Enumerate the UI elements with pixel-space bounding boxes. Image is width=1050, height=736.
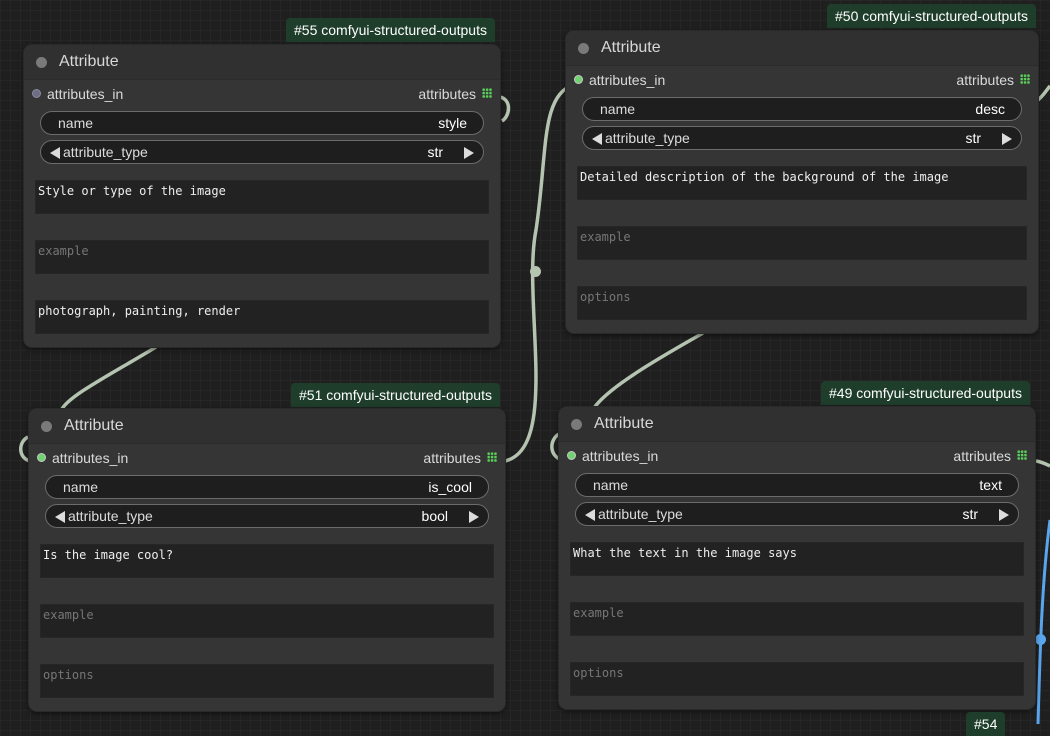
options-textarea[interactable]: photograph, painting, render	[35, 300, 489, 334]
name-widget[interactable]: name text	[575, 473, 1019, 497]
name-widget-value: style	[438, 115, 467, 131]
attribute-type-label: attribute_type	[63, 144, 148, 160]
example-textarea[interactable]: example	[35, 240, 489, 274]
arrow-left-icon[interactable]	[50, 147, 60, 159]
node-title: Attribute	[59, 53, 119, 70]
grid-icon[interactable]	[482, 88, 492, 98]
example-textarea[interactable]: example	[577, 226, 1027, 260]
node-51-badge: #51 comfyui-structured-outputs	[291, 383, 500, 407]
grid-icon[interactable]	[487, 452, 497, 462]
arrow-right-icon[interactable]	[999, 509, 1009, 521]
name-widget[interactable]: name desc	[582, 97, 1022, 121]
input-slot-attributes-in[interactable]: attributes_in	[567, 447, 658, 465]
node-title: Attribute	[64, 417, 124, 434]
node-title-bar[interactable]: Attribute	[24, 45, 500, 80]
output-slot-attributes[interactable]: attributes	[418, 85, 492, 103]
collapse-dot-icon[interactable]	[36, 57, 47, 68]
node-title-bar[interactable]: Attribute	[29, 409, 505, 444]
output-slot-label: attributes	[423, 450, 481, 466]
description-textarea[interactable]: What the text in the image says	[570, 542, 1024, 576]
arrow-left-icon[interactable]	[55, 511, 65, 523]
node-50[interactable]: Attribute attributes_in attributes name …	[566, 31, 1038, 333]
output-slot-attributes[interactable]: attributes	[953, 447, 1027, 465]
node-54-badge: #54	[966, 712, 1006, 736]
collapse-dot-icon[interactable]	[578, 43, 589, 54]
description-textarea[interactable]: Detailed description of the background o…	[577, 166, 1027, 200]
node-51[interactable]: Attribute attributes_in attributes name …	[29, 409, 505, 711]
link-midpoint-dot-blue[interactable]	[1035, 634, 1046, 645]
arrow-right-icon[interactable]	[469, 511, 479, 523]
node-55[interactable]: Attribute attributes_in attributes name …	[24, 45, 500, 347]
name-widget[interactable]: name is_cool	[45, 475, 489, 499]
name-widget-label: name	[593, 477, 629, 493]
input-slot-dot-icon[interactable]	[567, 451, 576, 460]
name-widget-label: name	[63, 479, 99, 495]
output-slot-label: attributes	[956, 72, 1014, 88]
collapse-dot-icon[interactable]	[571, 419, 582, 430]
input-slot-label: attributes_in	[47, 86, 124, 102]
grid-icon[interactable]	[1017, 450, 1027, 460]
node-title-bar[interactable]: Attribute	[566, 31, 1038, 66]
output-slot-attributes[interactable]: attributes	[423, 449, 497, 467]
collapse-dot-icon[interactable]	[41, 421, 52, 432]
description-textarea[interactable]: Style or type of the image	[35, 180, 489, 214]
attribute-type-value: str	[962, 506, 978, 522]
arrow-right-icon[interactable]	[464, 147, 474, 159]
attribute-type-value: bool	[421, 508, 448, 524]
name-widget-value: text	[979, 477, 1002, 493]
attribute-type-label: attribute_type	[605, 130, 690, 146]
attribute-type-value: str	[427, 144, 443, 160]
example-textarea[interactable]: example	[570, 602, 1024, 636]
options-textarea[interactable]: options	[40, 664, 494, 698]
input-slot-attributes-in[interactable]: attributes_in	[37, 449, 128, 467]
example-textarea[interactable]: example	[40, 604, 494, 638]
attribute-type-label: attribute_type	[68, 508, 153, 524]
input-slot-dot-icon[interactable]	[32, 89, 41, 98]
arrow-left-icon[interactable]	[585, 509, 595, 521]
arrow-left-icon[interactable]	[592, 133, 602, 145]
input-slot-label: attributes_in	[52, 450, 129, 466]
name-widget-value: is_cool	[428, 479, 472, 495]
options-textarea[interactable]: options	[577, 286, 1027, 320]
node-title: Attribute	[601, 39, 661, 56]
name-widget-value: desc	[975, 101, 1005, 117]
output-slot-label: attributes	[953, 448, 1011, 464]
attribute-type-combo[interactable]: attribute_type str	[575, 502, 1019, 526]
node-title: Attribute	[594, 415, 654, 432]
options-textarea[interactable]: options	[570, 662, 1024, 696]
name-widget[interactable]: name style	[40, 111, 484, 135]
link-midpoint-dot[interactable]	[530, 266, 541, 277]
input-slot-label: attributes_in	[589, 72, 666, 88]
attribute-type-value: str	[965, 130, 981, 146]
attribute-type-combo[interactable]: attribute_type bool	[45, 504, 489, 528]
description-textarea[interactable]: Is the image cool?	[40, 544, 494, 578]
output-slot-attributes[interactable]: attributes	[956, 71, 1030, 89]
node-55-badge: #55 comfyui-structured-outputs	[286, 18, 495, 42]
attribute-type-combo[interactable]: attribute_type str	[40, 140, 484, 164]
attribute-type-label: attribute_type	[598, 506, 683, 522]
node-50-badge: #50 comfyui-structured-outputs	[827, 4, 1036, 28]
input-slot-attributes-in[interactable]: attributes_in	[32, 85, 123, 103]
input-slot-dot-icon[interactable]	[574, 75, 583, 84]
output-slot-label: attributes	[418, 86, 476, 102]
input-slot-label: attributes_in	[582, 448, 659, 464]
name-widget-label: name	[600, 101, 636, 117]
input-slot-attributes-in[interactable]: attributes_in	[574, 71, 665, 89]
name-widget-label: name	[58, 115, 94, 131]
node-49[interactable]: Attribute attributes_in attributes name …	[559, 407, 1035, 709]
attribute-type-combo[interactable]: attribute_type str	[582, 126, 1022, 150]
arrow-right-icon[interactable]	[1002, 133, 1012, 145]
input-slot-dot-icon[interactable]	[37, 453, 46, 462]
grid-icon[interactable]	[1020, 74, 1030, 84]
node-49-badge: #49 comfyui-structured-outputs	[821, 381, 1030, 405]
node-title-bar[interactable]: Attribute	[559, 407, 1035, 442]
